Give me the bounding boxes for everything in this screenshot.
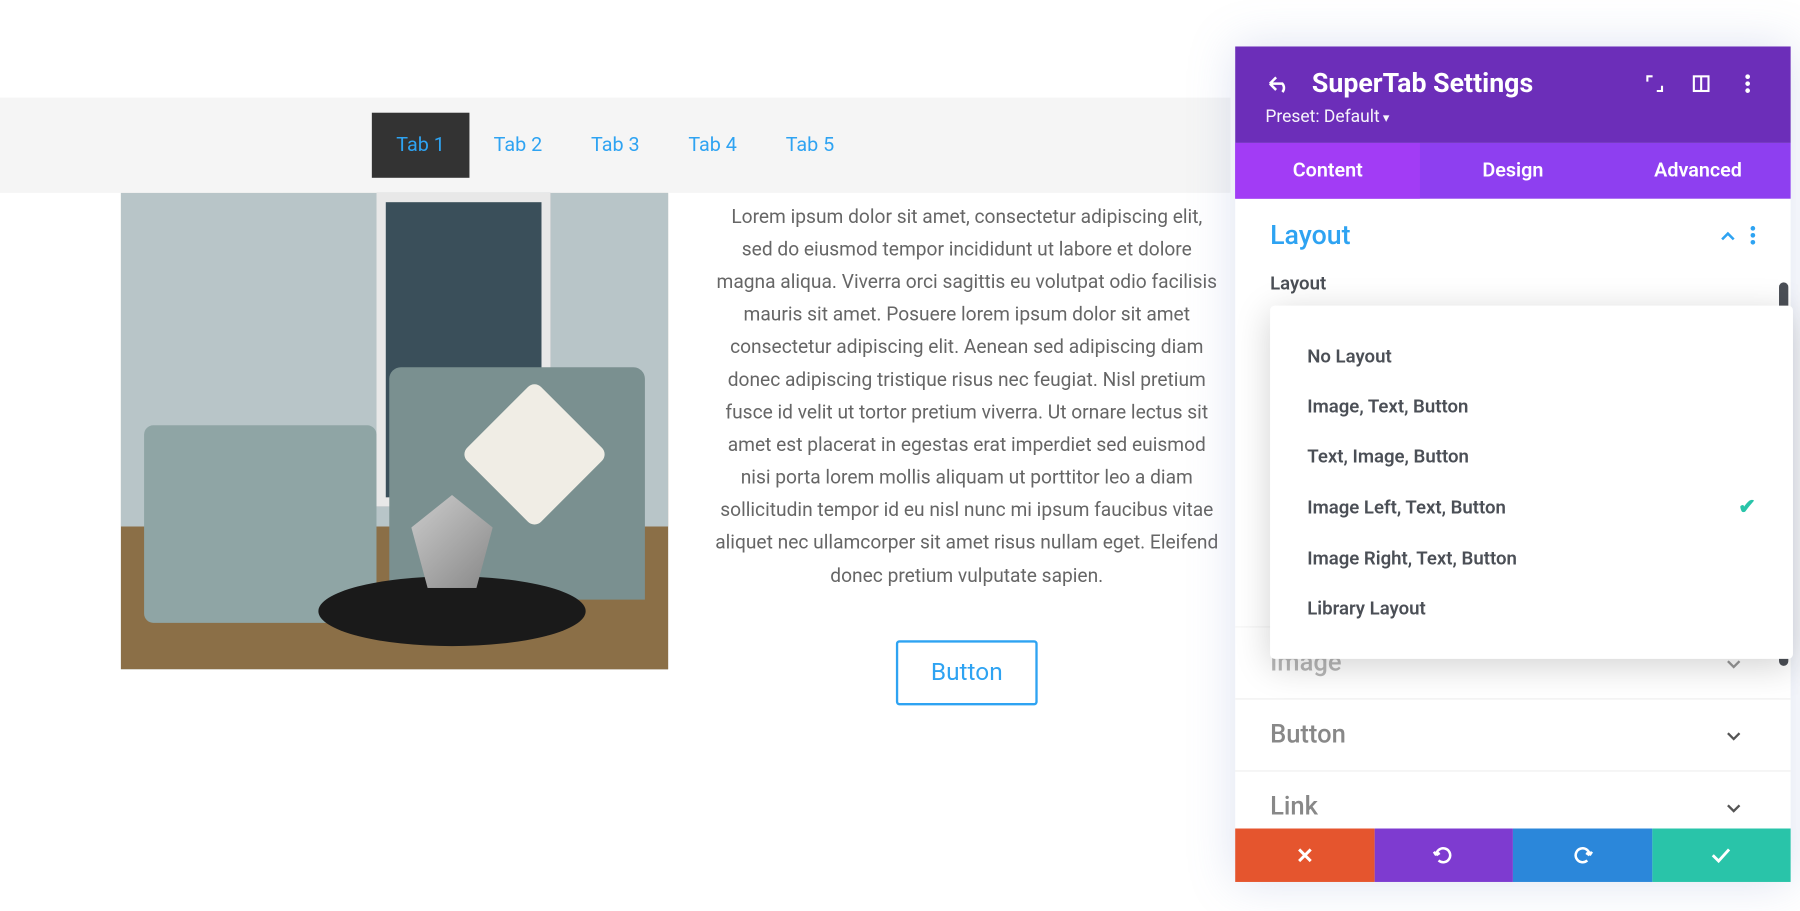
layout-option-text-image-button[interactable]: Text, Image, Button	[1270, 431, 1793, 481]
section-layout-head[interactable]: Layout	[1235, 199, 1790, 272]
tab-2[interactable]: Tab 2	[469, 113, 566, 178]
tab-3[interactable]: Tab 3	[567, 113, 664, 178]
section-button-title: Button	[1270, 720, 1726, 749]
settings-footer	[1235, 829, 1790, 882]
cancel-button[interactable]	[1235, 829, 1374, 882]
section-layout-title: Layout	[1270, 220, 1720, 251]
expand-icon[interactable]	[1642, 70, 1668, 96]
chevron-up-icon	[1720, 229, 1736, 241]
chevron-down-icon	[1726, 729, 1742, 741]
settings-title: SuperTab Settings	[1312, 67, 1621, 98]
section-link-title: Link	[1270, 792, 1726, 821]
tab-advanced[interactable]: Advanced	[1605, 143, 1790, 199]
layout-dropdown: No Layout Image, Text, Button Text, Imag…	[1270, 306, 1793, 659]
save-button[interactable]	[1652, 829, 1791, 882]
preview-tabbar: Tab 1 Tab 2 Tab 3 Tab 4 Tab 5	[0, 98, 1231, 193]
settings-header: SuperTab Settings Preset: Default	[1235, 46, 1790, 142]
check-icon: ✔	[1738, 495, 1756, 519]
content-image	[121, 193, 668, 669]
chevron-down-icon	[1726, 801, 1742, 813]
settings-panel: SuperTab Settings Preset: Default Conten…	[1235, 46, 1790, 881]
layout-option-image-text-button[interactable]: Image, Text, Button	[1270, 381, 1793, 431]
back-icon[interactable]	[1265, 70, 1291, 96]
tab-5[interactable]: Tab 5	[761, 113, 858, 178]
layout-option-image-right[interactable]: Image Right, Text, Button	[1270, 533, 1793, 583]
settings-tabs: Content Design Advanced	[1235, 143, 1790, 199]
tab-1[interactable]: Tab 1	[372, 113, 469, 178]
undo-button[interactable]	[1374, 829, 1513, 882]
responsive-icon[interactable]	[1688, 70, 1714, 96]
tab-design[interactable]: Design	[1420, 143, 1605, 199]
tab-content[interactable]: Content	[1235, 143, 1420, 199]
layout-field-label: Layout	[1270, 272, 1756, 294]
layout-option-no-layout[interactable]: No Layout	[1270, 331, 1793, 381]
content-button[interactable]: Button	[896, 640, 1038, 705]
layout-option-image-left[interactable]: Image Left, Text, Button✔	[1270, 481, 1793, 533]
redo-button[interactable]	[1513, 829, 1652, 882]
section-link-head[interactable]: Link	[1235, 770, 1790, 828]
preset-select[interactable]: Preset: Default	[1265, 106, 1760, 127]
section-button-head[interactable]: Button	[1235, 698, 1790, 770]
layout-option-library[interactable]: Library Layout	[1270, 583, 1793, 633]
settings-body: Layout Layout No Layout Image, Text, But…	[1235, 199, 1790, 829]
menu-icon[interactable]	[1735, 70, 1761, 96]
tab-4[interactable]: Tab 4	[664, 113, 761, 178]
content-paragraph: Lorem ipsum dolor sit amet, consectetur …	[715, 202, 1219, 593]
preview-content: Lorem ipsum dolor sit amet, consectetur …	[121, 193, 1219, 705]
section-menu-icon[interactable]	[1750, 225, 1756, 245]
